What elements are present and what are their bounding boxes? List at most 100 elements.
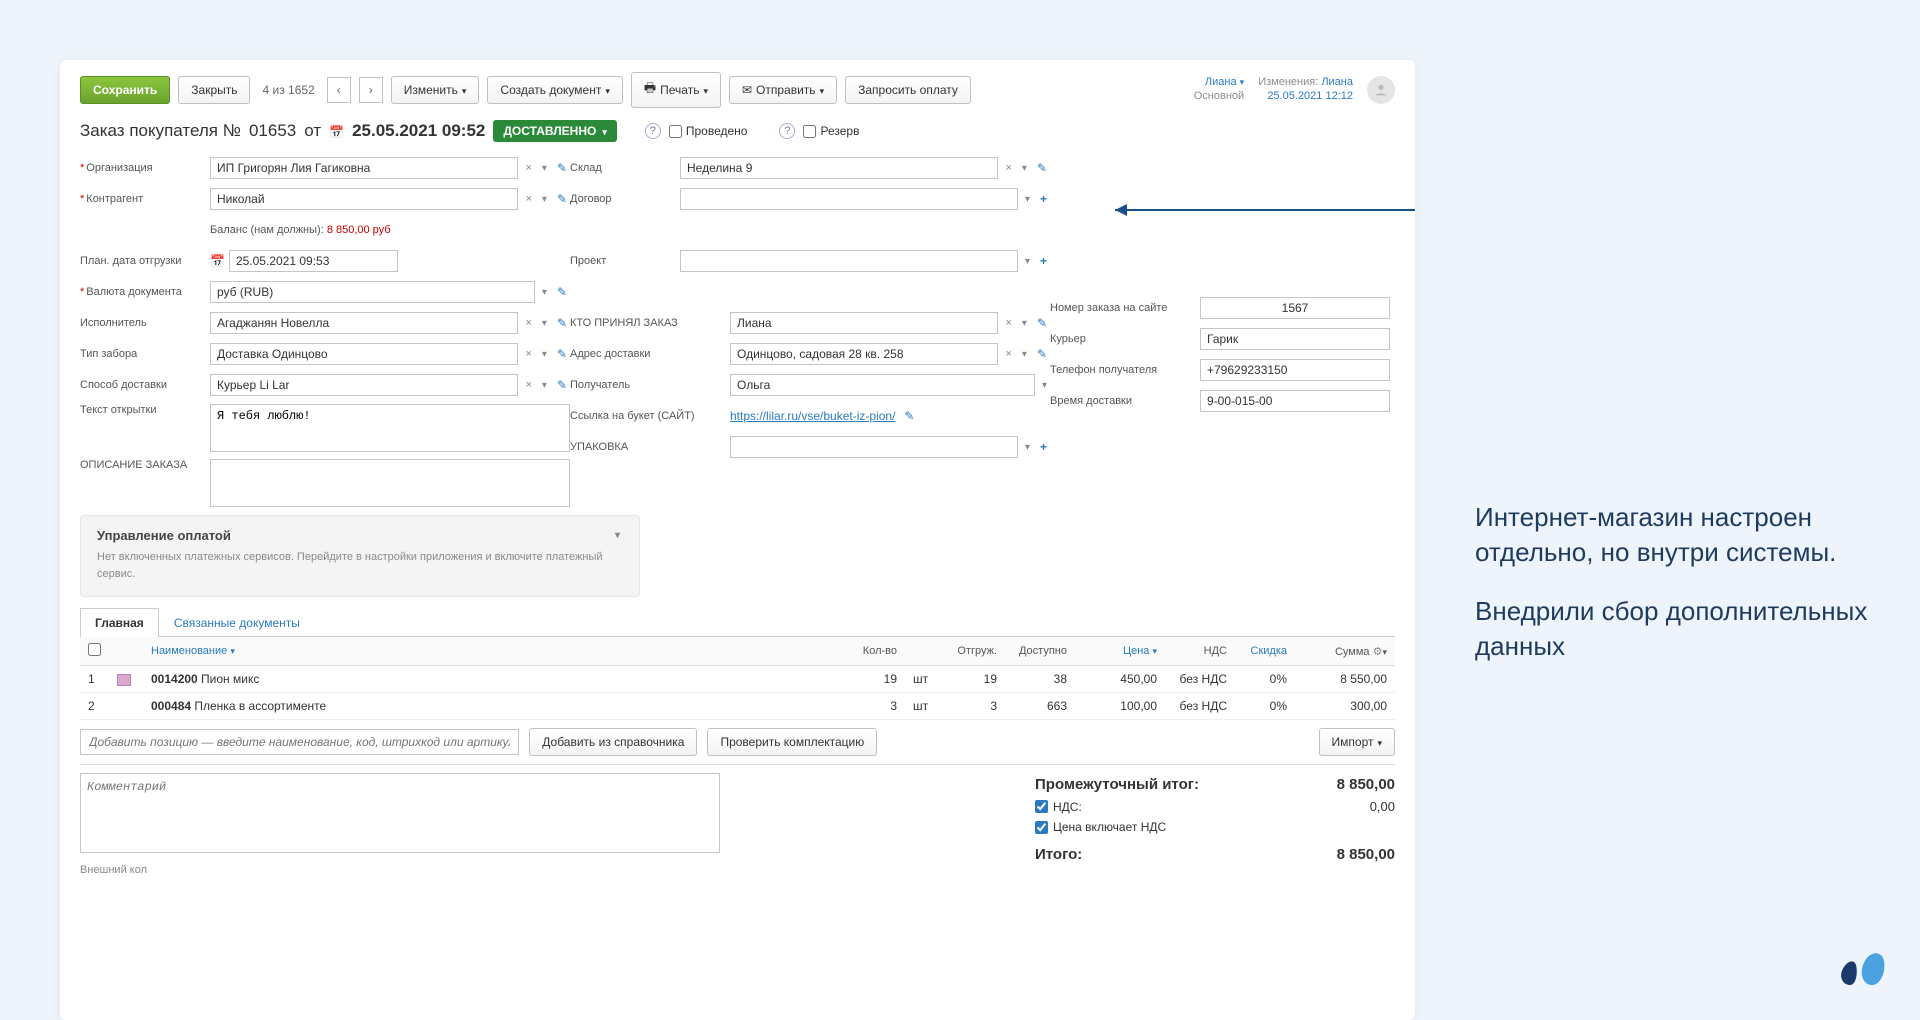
import-button[interactable]: Импорт <box>1319 728 1395 756</box>
edit-icon[interactable] <box>1034 316 1050 330</box>
addr-input[interactable] <box>730 343 998 365</box>
clear-icon[interactable]: × <box>522 317 534 329</box>
chevron-down-icon[interactable]: ▾ <box>539 380 550 391</box>
send-button[interactable]: Отправить <box>729 76 837 104</box>
chevron-down-icon <box>820 83 825 97</box>
totals-block: Промежуточный итог:8 850,00 НДС:0,00 Цен… <box>1035 773 1395 876</box>
counterparty-input[interactable] <box>210 188 518 210</box>
tab-linked[interactable]: Связанные документы <box>159 608 315 637</box>
chevron-down-icon[interactable]: ▾ <box>1019 318 1030 329</box>
card-text-input[interactable]: Я тебя люблю! <box>210 404 570 452</box>
pickup-input[interactable] <box>210 343 518 365</box>
edit-icon[interactable] <box>554 285 570 299</box>
comment-input[interactable] <box>80 773 720 853</box>
add-icon[interactable]: + <box>1037 192 1050 206</box>
col-name[interactable]: Наименование <box>143 637 835 666</box>
chevron-down-icon[interactable]: ▾ <box>1019 163 1030 174</box>
bouquet-link[interactable]: https://lilar.ru/vse/buket-iz-pion/ <box>730 409 895 423</box>
table-row[interactable]: 2000484 Пленка в ассортименте3шт3663100,… <box>80 693 1395 720</box>
add-from-directory-button[interactable]: Добавить из справочника <box>529 728 697 756</box>
executor-input[interactable] <box>210 312 518 334</box>
gear-icon[interactable]: ⚙ <box>1373 646 1383 658</box>
ship-date-input[interactable] <box>229 250 398 272</box>
create-doc-button[interactable]: Создать документ <box>487 76 622 104</box>
chevron-down-icon[interactable]: ▾ <box>539 349 550 360</box>
brand-logo <box>1834 945 1890 990</box>
warehouse-input[interactable] <box>680 157 998 179</box>
chevron-down-icon[interactable]: ▾ <box>539 287 550 298</box>
chevron-down-icon[interactable]: ▾ <box>539 194 550 205</box>
col-sum[interactable]: Сумма ⚙ <box>1295 637 1395 666</box>
project-input[interactable] <box>680 250 1018 272</box>
request-payment-button[interactable]: Запросить оплату <box>845 76 971 104</box>
check-kit-button[interactable]: Проверить комплектацию <box>707 728 877 756</box>
contract-label: Договор <box>570 193 680 205</box>
calendar-icon[interactable] <box>329 121 344 141</box>
clear-icon[interactable]: × <box>1002 162 1014 174</box>
tab-main[interactable]: Главная <box>80 608 159 637</box>
help-icon[interactable]: ? <box>645 123 661 139</box>
packaging-input[interactable] <box>730 436 1018 458</box>
chevron-down-icon[interactable]: ▾ <box>539 318 550 329</box>
edit-icon[interactable] <box>1034 161 1050 175</box>
who-input[interactable] <box>730 312 998 334</box>
site-order-input[interactable] <box>1200 297 1390 319</box>
select-all-checkbox[interactable] <box>88 643 101 656</box>
change-button[interactable]: Изменить <box>391 76 480 104</box>
close-button[interactable]: Закрыть <box>178 76 250 104</box>
reserve-checkbox[interactable]: Резерв <box>803 124 859 138</box>
col-price[interactable]: Цена <box>1075 637 1165 666</box>
edit-icon[interactable] <box>554 192 570 206</box>
table-row[interactable]: 10014200 Пион микс19шт1938450,00без НДС0… <box>80 666 1395 693</box>
edit-icon[interactable] <box>554 347 570 361</box>
chevron-down-icon[interactable]: ▾ <box>1039 380 1050 391</box>
price-incl-vat-checkbox[interactable]: Цена включает НДС <box>1035 820 1166 834</box>
delivery-time-input[interactable] <box>1200 390 1390 412</box>
contract-input[interactable] <box>680 188 1018 210</box>
prev-page-button[interactable]: ‹ <box>327 77 351 103</box>
phone-input[interactable] <box>1200 359 1390 381</box>
clear-icon[interactable]: × <box>522 193 534 205</box>
clear-icon[interactable]: × <box>1002 317 1014 329</box>
save-button[interactable]: Сохранить <box>80 76 170 104</box>
avatar[interactable] <box>1367 76 1395 104</box>
edit-icon[interactable] <box>554 378 570 392</box>
clear-icon[interactable]: × <box>522 379 534 391</box>
col-qty[interactable]: Кол-во <box>835 637 905 666</box>
edit-icon[interactable] <box>554 161 570 175</box>
calendar-icon[interactable] <box>210 254 225 268</box>
clear-icon[interactable]: × <box>522 162 534 174</box>
app-window: Сохранить Закрыть 4 из 1652 ‹ › Изменить… <box>60 60 1415 1020</box>
chevron-down-icon[interactable]: ▾ <box>539 163 550 174</box>
current-user[interactable]: Лиана Основной <box>1194 76 1244 104</box>
status-badge[interactable]: ДОСТАВЛЕННО <box>493 120 616 142</box>
conducted-checkbox[interactable]: Проведено <box>669 124 748 138</box>
courier-input[interactable] <box>1200 328 1390 350</box>
page-indicator: 4 из 1652 <box>262 83 314 97</box>
clear-icon[interactable]: × <box>1002 348 1014 360</box>
chevron-down-icon[interactable]: ▾ <box>1019 349 1030 360</box>
chevron-down-icon <box>1377 735 1382 749</box>
clear-icon[interactable]: × <box>522 348 534 360</box>
add-icon[interactable]: + <box>1037 254 1050 268</box>
order-desc-input[interactable] <box>210 459 570 507</box>
currency-input[interactable] <box>210 281 535 303</box>
delivery-input[interactable] <box>210 374 518 396</box>
recipient-input[interactable] <box>730 374 1035 396</box>
add-icon[interactable]: + <box>1037 440 1050 454</box>
edit-icon[interactable] <box>1034 347 1050 361</box>
chevron-down-icon <box>1152 645 1157 657</box>
edit-icon[interactable] <box>901 409 917 423</box>
edit-icon[interactable] <box>554 316 570 330</box>
chevron-down-icon[interactable]: ▾ <box>1022 256 1033 267</box>
col-discount[interactable]: Скидка <box>1235 637 1295 666</box>
next-page-button[interactable]: › <box>359 77 383 103</box>
chevron-down-icon[interactable]: ▾ <box>1022 442 1033 453</box>
vat-checkbox[interactable]: НДС: <box>1035 800 1082 814</box>
chevron-down-icon[interactable]: ▾ <box>612 530 623 541</box>
org-input[interactable] <box>210 157 518 179</box>
add-item-input[interactable] <box>80 729 519 755</box>
help-icon[interactable]: ? <box>779 123 795 139</box>
chevron-down-icon[interactable]: ▾ <box>1022 194 1033 205</box>
print-button[interactable]: Печать <box>631 72 721 108</box>
